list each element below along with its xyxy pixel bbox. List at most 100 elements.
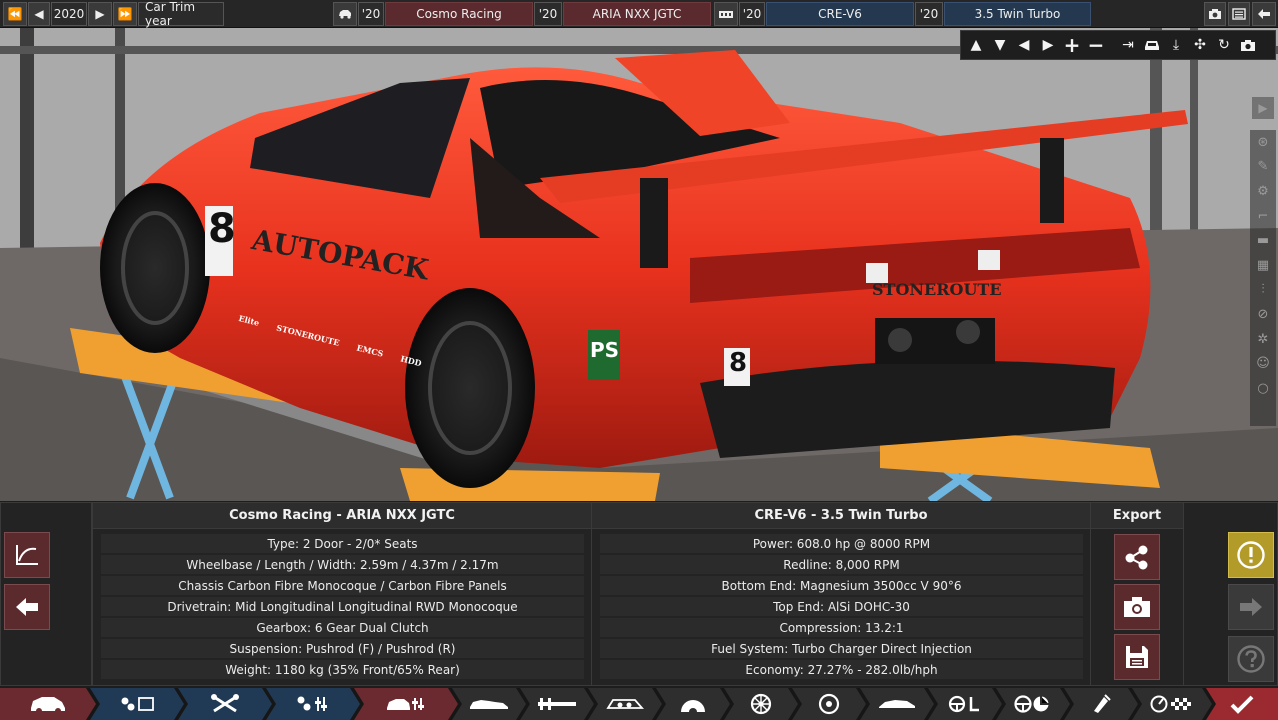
year-back-button[interactable]: ◀ [28, 2, 50, 26]
rotate-axis-button[interactable]: ✣ [1189, 34, 1211, 56]
side-tool-disable[interactable]: ⊘ [1250, 302, 1276, 327]
export-share-button[interactable] [1114, 534, 1160, 580]
side-tool-engine[interactable]: ⚙ [1250, 179, 1276, 204]
warning-button[interactable] [1228, 532, 1274, 578]
export-photo-button[interactable] [1114, 584, 1160, 630]
engine-year-value: '20 [739, 2, 765, 26]
year-back-fast-button[interactable]: ⏪ [3, 2, 27, 26]
tab-brakes[interactable] [792, 688, 866, 720]
tab-aero[interactable] [860, 688, 934, 720]
year-forward-fast-button[interactable]: ⏩ [113, 2, 137, 26]
align-button[interactable]: ⇥ [1117, 34, 1139, 56]
livery-badge: PS [590, 338, 620, 362]
exit-button[interactable] [1252, 2, 1276, 26]
engine-variant-field[interactable]: 3.5 Twin Turbo [944, 2, 1091, 26]
engine-info-row: Redline: 8,000 RPM [600, 555, 1083, 574]
tab-engine-family[interactable] [90, 688, 184, 720]
triangle-right-icon: ▶ [1042, 37, 1054, 53]
lower-car-button[interactable]: ⤓ [1165, 34, 1187, 56]
camera-up-button[interactable]: ▲ [965, 34, 987, 56]
circle-icon: ○ [1257, 380, 1269, 396]
photo-mode-button[interactable] [1237, 34, 1259, 56]
model-name-field[interactable]: ARIA NXX JGTC [563, 2, 711, 26]
tab-fixtures[interactable] [588, 688, 662, 720]
car-profile-icon [877, 697, 917, 711]
engine-info-row: Fuel System: Turbo Charger Direct Inject… [600, 639, 1083, 658]
camera-icon [1124, 597, 1150, 617]
livery-number-side: 8 [208, 206, 236, 252]
tab-engine-tune[interactable] [266, 688, 360, 720]
steering-wheel-icon [1013, 694, 1053, 714]
tab-wheels[interactable] [724, 688, 798, 720]
finish-design-button[interactable] [1206, 688, 1278, 720]
tab-car-stage[interactable] [354, 688, 458, 720]
side-tool-paint[interactable]: ✎ [1250, 155, 1276, 180]
car-info-row: Type: 2 Door - 2/0* Seats [101, 534, 584, 553]
year-value: 2020 [51, 2, 87, 26]
arrow-left-icon [1258, 9, 1270, 19]
gauge-flag-icon [1149, 694, 1195, 714]
screenshot-button[interactable] [1204, 2, 1226, 26]
camera-right-button[interactable]: ▶ [1037, 34, 1059, 56]
rotate-axis-icon: ✣ [1194, 37, 1206, 53]
back-button[interactable] [4, 584, 50, 630]
side-tool-suspension[interactable]: ⫶ [1250, 278, 1276, 303]
info-panel: Cosmo Racing - ARIA NXX JGTC Type: 2 Doo… [0, 502, 1278, 686]
help-button[interactable] [1228, 636, 1274, 682]
zoom-in-button[interactable]: + [1061, 33, 1083, 57]
half-gear-icon [678, 695, 708, 713]
zoom-out-button[interactable]: − [1085, 33, 1107, 57]
camera-down-button[interactable]: ▼ [989, 34, 1011, 56]
fast-forward-icon: ⏩ [117, 7, 133, 21]
arrow-to-line-icon: ⇥ [1122, 37, 1134, 53]
camera-left-button[interactable]: ◀ [1013, 34, 1035, 56]
car-info-title: Cosmo Racing - ARIA NXX JGTC [93, 503, 591, 529]
side-tool-wheel[interactable]: ⊛ [1250, 130, 1276, 155]
car-model-button[interactable] [333, 2, 357, 26]
graph-button[interactable] [4, 532, 50, 578]
company-name-field[interactable]: Cosmo Racing [385, 2, 533, 26]
side-tool-settings[interactable]: ✲ [1250, 327, 1276, 352]
side-tool-driver[interactable]: ☺ [1250, 351, 1276, 376]
livery-number-rear: 8 [729, 348, 748, 378]
year-forward-button[interactable]: ▶ [88, 2, 112, 26]
tab-suspension[interactable] [656, 688, 730, 720]
wheel-icon [750, 693, 772, 715]
rotate-icon: ↻ [1218, 37, 1230, 53]
tab-paint[interactable] [1064, 688, 1138, 720]
car-icon [339, 10, 351, 19]
car-sliders-icon [384, 694, 428, 714]
side-tool-body[interactable]: ▬ [1250, 228, 1276, 253]
reset-camera-button[interactable]: ↻ [1213, 34, 1235, 56]
variant-year-value: '20 [915, 2, 943, 26]
no-entry-icon: ⊘ [1257, 306, 1269, 322]
car-trim-year-label: Car Trim year [138, 0, 224, 28]
tab-interior[interactable] [928, 688, 1002, 720]
tab-drivability[interactable] [996, 688, 1070, 720]
menu-button[interactable] [1228, 2, 1250, 26]
next-button[interactable] [1228, 584, 1274, 630]
car-viewport[interactable]: 8 AUTOPACK STONEROUTE 8 PS Elite STONERO… [0, 28, 1278, 501]
view-car-button[interactable] [1141, 34, 1163, 56]
share-nodes-icon [1125, 545, 1148, 570]
tab-chassis[interactable] [520, 688, 594, 720]
export-save-button[interactable] [1114, 634, 1160, 680]
car-info-row: Gearbox: 6 Gear Dual Clutch [101, 618, 584, 637]
tab-car-model[interactable] [0, 688, 96, 720]
side-tool-circle[interactable]: ○ [1250, 376, 1276, 401]
camera-icon [1209, 9, 1221, 19]
arrow-left-icon [16, 598, 38, 616]
side-panel-expand-button[interactable]: ▶ [1252, 97, 1274, 119]
wheel-icon: ⊛ [1257, 134, 1269, 150]
checkmark-icon [1230, 695, 1254, 714]
tab-engine-block[interactable] [178, 688, 272, 720]
engine-family-field[interactable]: CRE-V6 [766, 2, 914, 26]
grille-icon: ▦ [1256, 257, 1270, 273]
triangle-left-icon: ◀ [34, 7, 44, 21]
tab-body[interactable] [452, 688, 526, 720]
engine-button[interactable] [714, 2, 738, 26]
side-tool-seat[interactable]: ⌐ [1250, 204, 1276, 229]
crossed-pistons-icon [208, 694, 242, 714]
tab-testing[interactable] [1132, 688, 1212, 720]
side-tool-grille[interactable]: ▦ [1250, 253, 1276, 278]
